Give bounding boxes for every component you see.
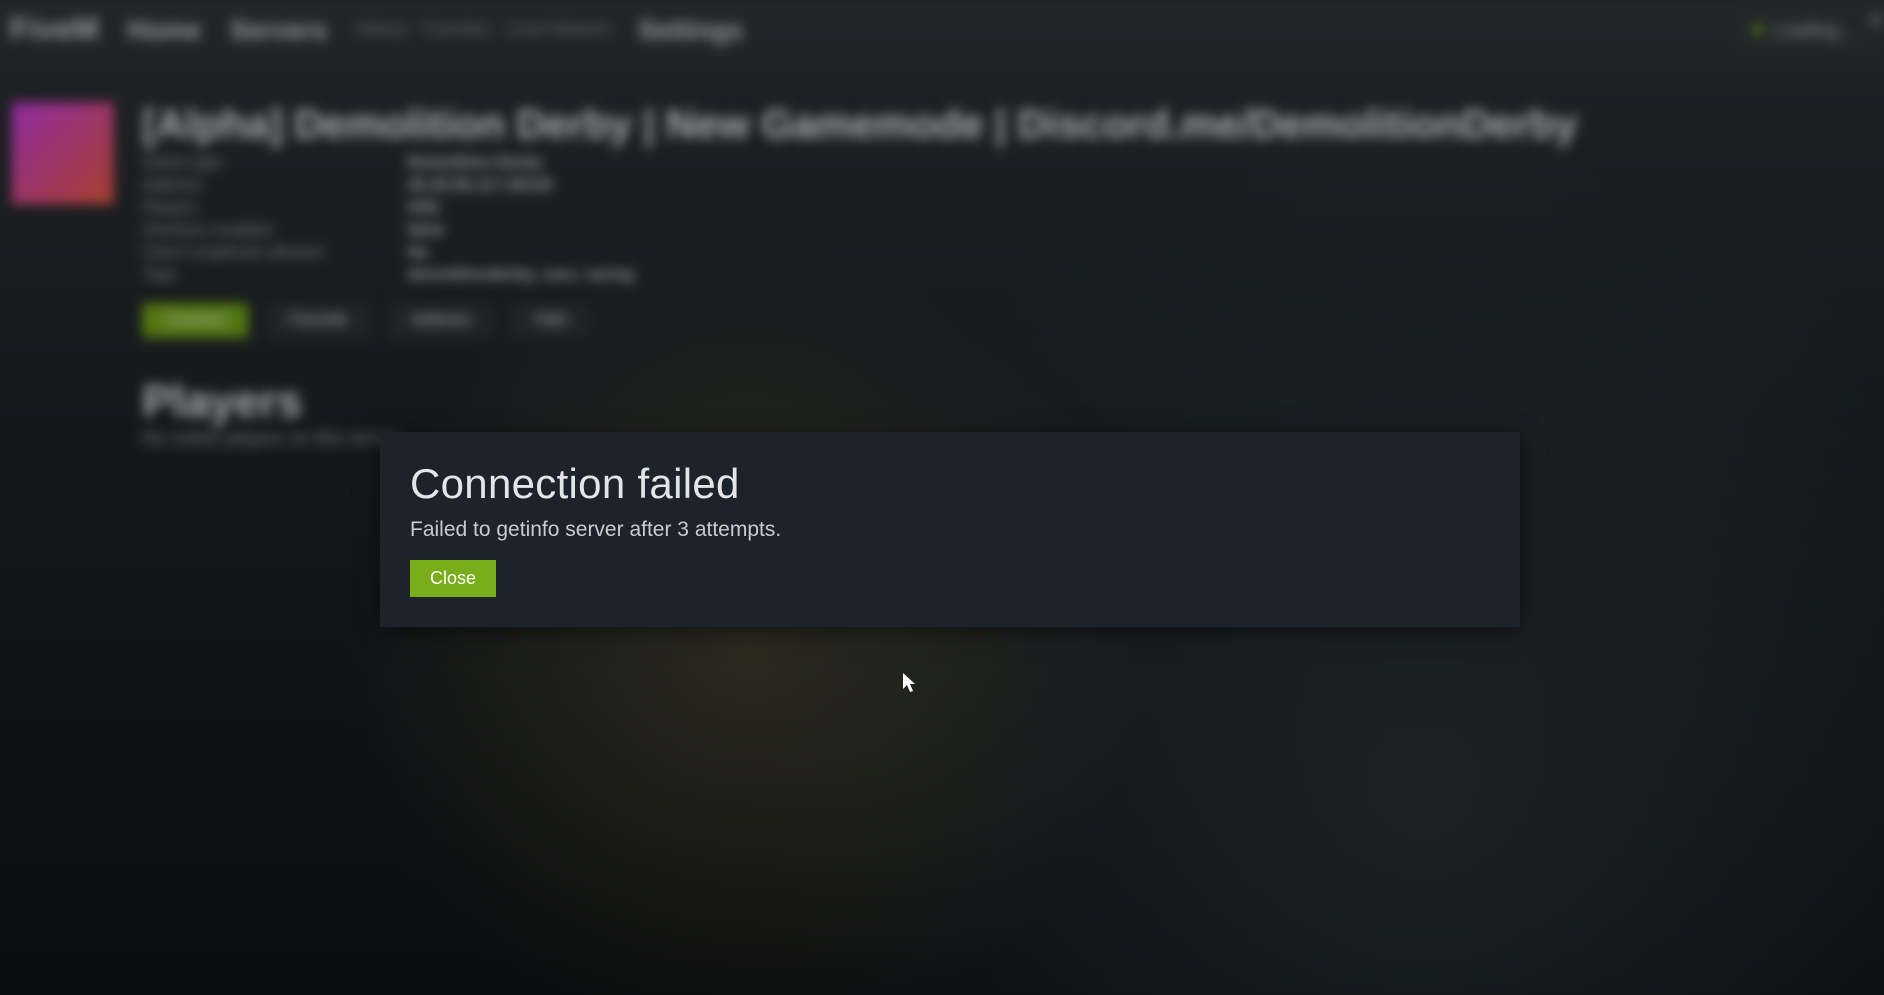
connection-failed-dialog: Connection failed Failed to getinfo serv…	[380, 432, 1520, 627]
dialog-title: Connection failed	[410, 460, 1490, 508]
close-button[interactable]: Close	[410, 560, 496, 597]
dialog-message: Failed to getinfo server after 3 attempt…	[410, 518, 1490, 542]
